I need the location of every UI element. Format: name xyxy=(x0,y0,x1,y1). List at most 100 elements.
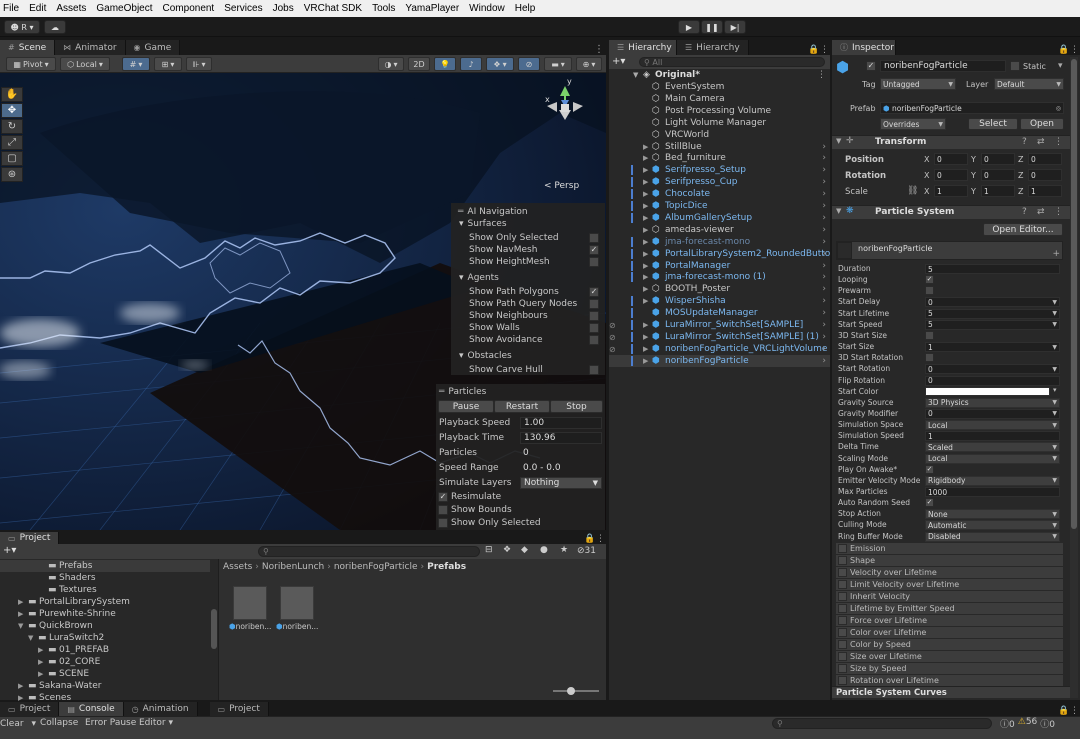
ps-module-checkbox[interactable] xyxy=(838,592,847,601)
hierarchy-item[interactable]: ⬡ Main Camera xyxy=(609,93,830,105)
add-icon[interactable]: + xyxy=(1052,249,1060,259)
breadcrumb-item[interactable]: Assets xyxy=(223,562,252,572)
local-dropdown[interactable]: ⬡ Local ▾ xyxy=(60,57,110,71)
ps-prop-dropdown[interactable]: 0 ▼ xyxy=(925,408,1060,419)
ps-module-checkbox[interactable] xyxy=(838,616,847,625)
nav-option-checkbox[interactable] xyxy=(589,233,599,243)
ps-prop-checkbox[interactable] xyxy=(925,286,934,296)
chevron-right-icon[interactable]: › xyxy=(822,189,826,199)
chevron-right-icon[interactable]: › xyxy=(822,225,826,235)
scrollbar-thumb[interactable] xyxy=(1071,59,1077,529)
stop-particles-button[interactable]: Stop xyxy=(550,400,603,413)
nav-option-row[interactable]: Show Neighbours xyxy=(451,310,605,322)
project-tree-item[interactable]: ▶ ▬ 02_CORE xyxy=(0,656,210,668)
ps-prop-dropdown[interactable]: 5 ▼ xyxy=(925,319,1060,330)
gizmos-dropdown[interactable]: ⊕ ▾ xyxy=(576,57,602,71)
hierarchy-item[interactable]: ▶ ⬡ amedas-viewer › xyxy=(609,224,830,236)
menu-help[interactable]: Help xyxy=(515,3,536,14)
prefab-asset-field[interactable]: ⬢ noribenFogParticle ◎ xyxy=(880,102,1064,114)
foldout-arrow-icon[interactable]: ▶ xyxy=(643,285,648,293)
menu-edit[interactable]: Edit xyxy=(29,3,46,14)
tab-inspector[interactable]: ⓘ Inspector xyxy=(832,40,896,55)
chevron-right-icon[interactable]: › xyxy=(822,165,826,175)
ps-prop-dropdown[interactable]: 1 ▼ xyxy=(925,342,1060,353)
obstacles-foldout[interactable]: ▾ Obstacles xyxy=(451,350,605,362)
hierarchy-item[interactable]: ▶ ⬢ Serifpresso_Cup › xyxy=(609,176,830,188)
nav-option-row[interactable]: Show HeightMesh xyxy=(451,256,605,268)
scene-menu-icon[interactable]: ⋮ xyxy=(594,44,606,55)
transform-y-field[interactable]: 0 xyxy=(981,153,1015,165)
transform-z-field[interactable]: 0 xyxy=(1028,169,1062,181)
scene-viewport[interactable]: y x ✋ ✥ ↻ ⤢ ▢ ⊛ < Persp ═ AI Navigation ▾… xyxy=(0,73,606,530)
hidden-objects-toggle[interactable]: ⊘ xyxy=(518,57,540,71)
hierarchy-search-input[interactable]: ⚲ All xyxy=(639,57,825,67)
menu-file[interactable]: File xyxy=(3,3,19,14)
hierarchy-item[interactable]: ⬢ MOSUpdateManager › xyxy=(609,307,830,319)
breadcrumb-item[interactable]: NoribenLunch xyxy=(262,562,324,572)
static-checkbox[interactable] xyxy=(1010,61,1020,71)
chevron-down-icon[interactable]: ▾ xyxy=(1053,386,1057,394)
console-menu-icon[interactable]: ⋮ xyxy=(1070,706,1080,716)
lock-icon[interactable]: 🔒 xyxy=(584,534,596,544)
favorite-star-icon[interactable]: ★ xyxy=(560,545,568,555)
chevron-right-icon[interactable]: › xyxy=(822,308,826,318)
eye-slash-icon[interactable]: ⊘ xyxy=(609,321,616,330)
particles-option-row[interactable]: Show Bounds xyxy=(436,504,605,516)
ps-prop-checkbox[interactable]: ✓ xyxy=(925,464,934,474)
inspector-scrollbar[interactable] xyxy=(1070,57,1078,698)
cloud-button[interactable]: ☁ xyxy=(44,20,66,34)
create-dropdown[interactable]: +▾ xyxy=(612,56,625,67)
info-count-toggle[interactable]: ⓘ0 xyxy=(1000,717,1015,730)
step-button[interactable]: ▶| xyxy=(724,20,746,34)
asset-thumbnail[interactable] xyxy=(280,586,314,620)
tab-project-bottom[interactable]: ▭ Project xyxy=(0,702,60,716)
eye-slash-icon[interactable]: ⊘ xyxy=(609,345,616,354)
ps-module-checkbox[interactable] xyxy=(838,628,847,637)
ps-module-row[interactable]: Color over Lifetime xyxy=(836,627,1063,638)
chevron-right-icon[interactable]: › xyxy=(822,177,826,187)
tab-project-2[interactable]: ▭ Project xyxy=(209,702,269,716)
tab-scene[interactable]: # Scene xyxy=(0,40,56,55)
ps-prop-dropdown[interactable]: Disabled ▼ xyxy=(925,531,1060,542)
chevron-right-icon[interactable]: › xyxy=(822,320,826,330)
chevron-right-icon[interactable]: › xyxy=(822,213,826,223)
account-button[interactable]: ☻ R ▾ xyxy=(4,20,40,34)
draw-mode-dropdown[interactable]: ◑ ▾ xyxy=(378,57,404,71)
foldout-arrow-icon[interactable]: ▶ xyxy=(643,166,648,174)
2d-toggle[interactable]: 2D xyxy=(408,57,430,71)
menu-services[interactable]: Services xyxy=(224,3,262,14)
project-menu-icon[interactable]: ⋮ xyxy=(596,534,606,544)
ps-module-row[interactable]: Velocity over Lifetime xyxy=(836,567,1063,578)
hierarchy-menu-icon[interactable]: ⋮ xyxy=(820,45,830,55)
foldout-arrow-icon[interactable]: ▶ xyxy=(643,214,648,222)
nav-option-row[interactable]: Show NavMesh ✓ xyxy=(451,244,605,256)
ps-module-checkbox[interactable] xyxy=(838,556,847,565)
ps-module-row[interactable]: Size by Speed xyxy=(836,663,1063,674)
nav-option-checkbox[interactable] xyxy=(589,365,599,375)
ps-module-checkbox[interactable] xyxy=(838,664,847,673)
particles-option-row[interactable]: Show Only Selected xyxy=(436,517,605,529)
move-tool[interactable]: ✥ xyxy=(1,103,23,118)
hidden-packages-indicator[interactable]: ⊘31 xyxy=(577,546,596,556)
foldout-arrow-icon[interactable]: ▶ xyxy=(643,250,648,258)
layer-dropdown[interactable]: Default ▼ xyxy=(994,78,1064,90)
menu-gameobject[interactable]: GameObject xyxy=(96,3,152,14)
tab-game[interactable]: ◉ Game xyxy=(125,40,181,55)
hierarchy-item[interactable]: ▶ ⬢ LuraMirror_SwitchSet[SAMPLE] › xyxy=(609,319,830,331)
log-filter-icon[interactable]: ● xyxy=(540,545,548,555)
constrain-proportions-icon[interactable]: ⛓ xyxy=(907,186,918,196)
nav-option-checkbox[interactable] xyxy=(589,323,599,333)
tab-animator[interactable]: ⋈ Animator xyxy=(55,40,126,55)
surfaces-foldout[interactable]: ▾ Surfaces xyxy=(451,218,605,230)
create-asset-dropdown[interactable]: +▾ xyxy=(3,545,16,556)
ps-module-row[interactable]: Emission xyxy=(836,543,1063,554)
transform-y-field[interactable]: 1 xyxy=(981,185,1015,197)
ps-module-row[interactable]: Lifetime by Emitter Speed xyxy=(836,603,1063,614)
project-tree-item[interactable]: ▬ Textures xyxy=(0,584,210,596)
ps-prop-checkbox[interactable] xyxy=(925,330,934,340)
warning-count-toggle[interactable]: ⚠56 xyxy=(1018,717,1038,730)
ps-module-checkbox[interactable] xyxy=(838,676,847,685)
hierarchy-item[interactable]: ⬡ Post Processing Volume xyxy=(609,105,830,117)
hierarchy-item[interactable]: ⬡ VRCWorld xyxy=(609,129,830,141)
chevron-right-icon[interactable]: › xyxy=(822,249,826,259)
